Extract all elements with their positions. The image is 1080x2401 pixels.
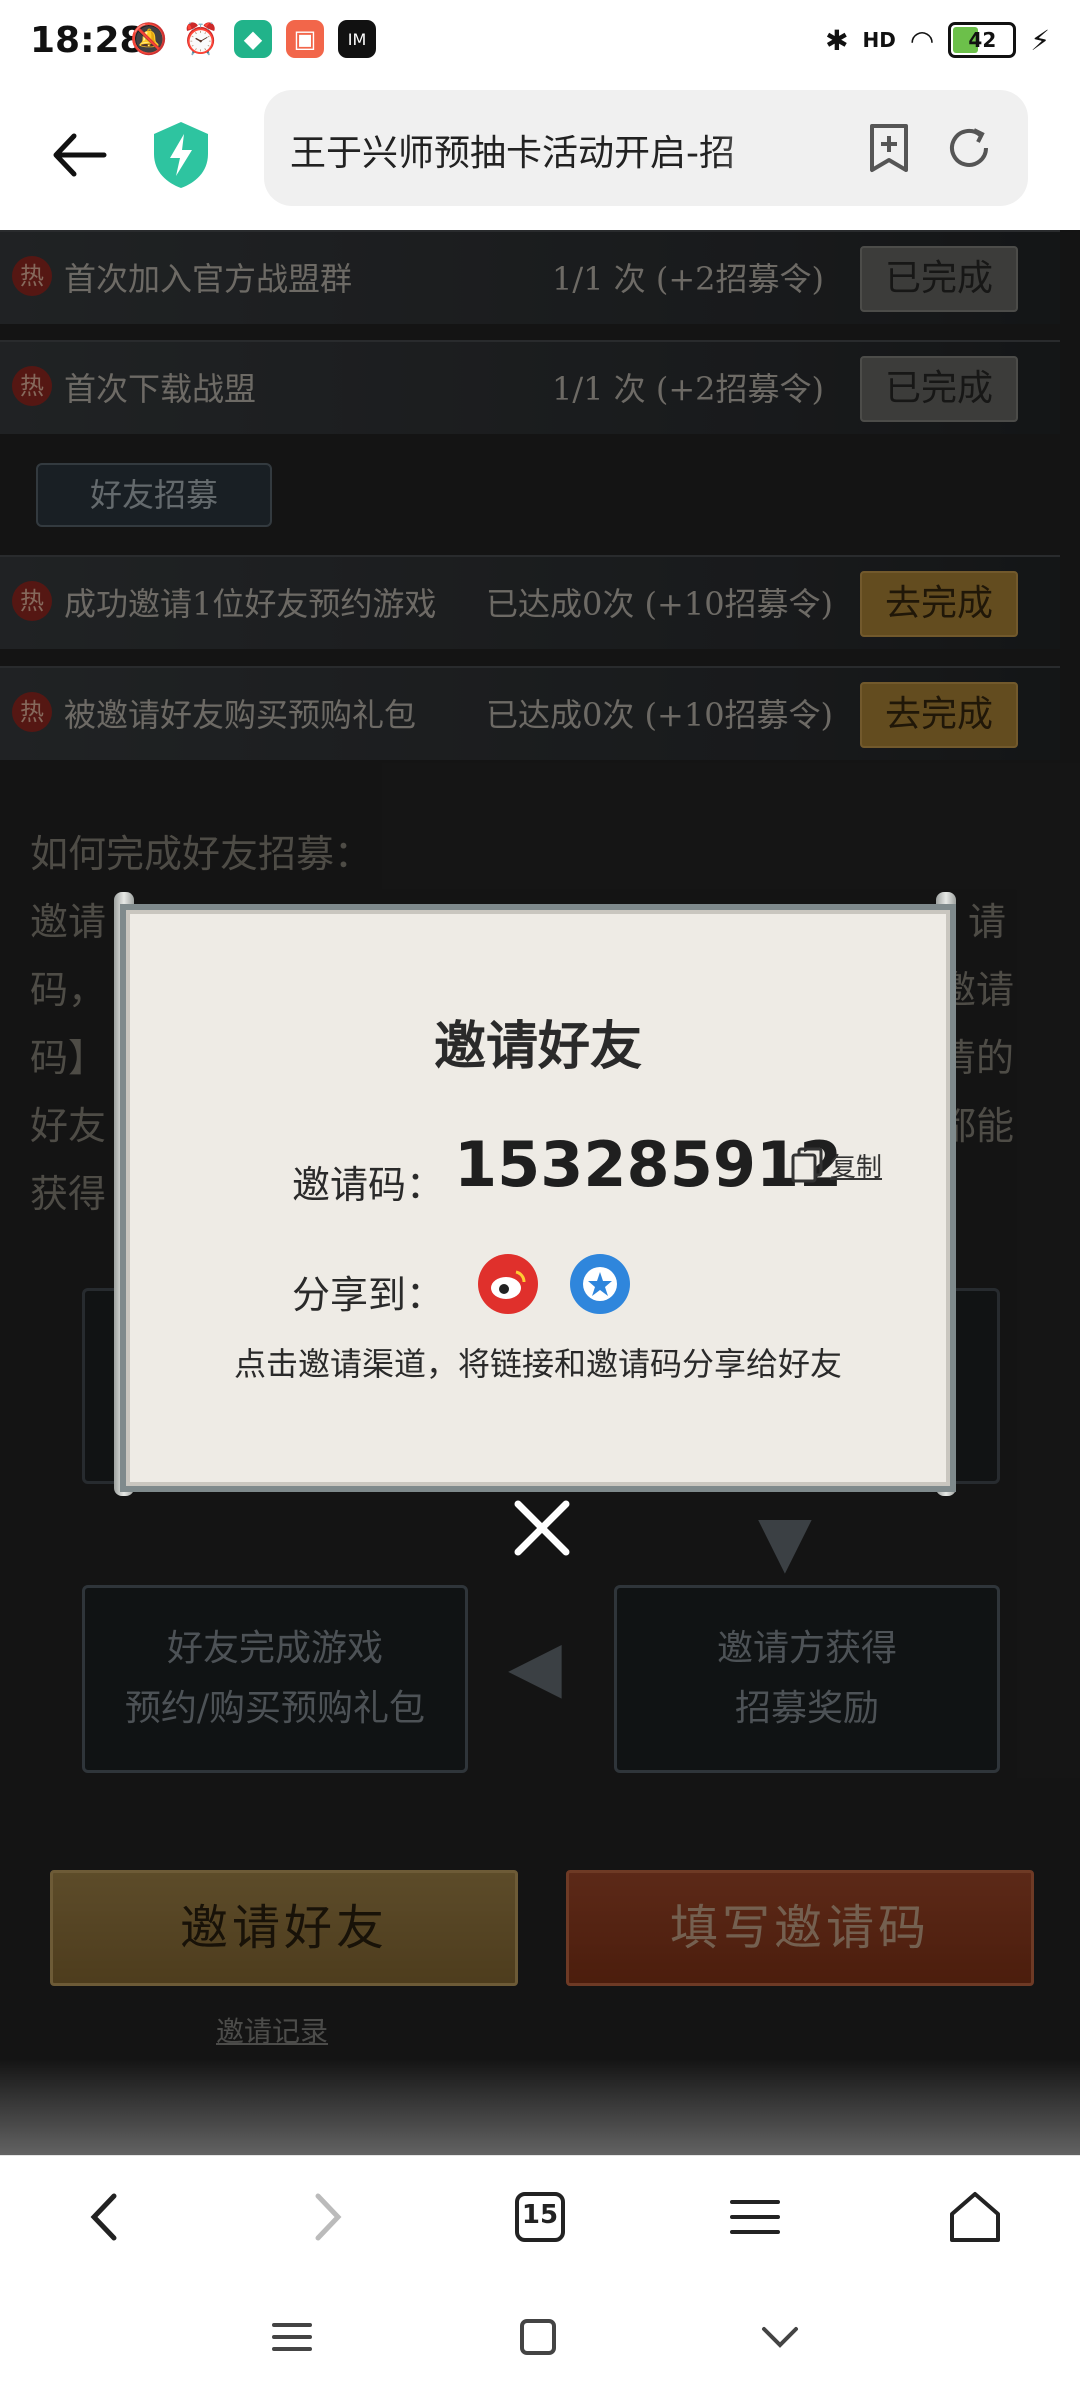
home-button[interactable] [940,2182,1010,2252]
recents-button[interactable] [262,2307,322,2367]
app-notification-icon: ◆ [234,20,272,58]
copy-label[interactable]: 复制 [830,1147,882,1184]
qzone-share-icon[interactable] [570,1254,630,1314]
app-notification-icon: ▣ [286,20,324,58]
alarm-icon: ⏰ [182,21,220,57]
tabs-button[interactable]: 15 [505,2182,575,2252]
modal-title: 邀请好友 [433,1016,642,1077]
url-fade [714,110,834,186]
close-icon [514,1500,570,1556]
clock: 18:28 [30,20,145,61]
notification-icons: 🔕 ⏰ ◆ ▣ IM [130,20,376,58]
menu-button[interactable] [720,2182,790,2252]
battery-level: 42 [968,28,997,52]
back-arrow-icon [53,133,107,177]
invite-code-label: 邀请码： [292,1163,445,1207]
invite-code-value: 153285912 [454,1128,843,1201]
chevron-left-icon [90,2193,117,2241]
system-navigation-bar [0,2277,1080,2401]
mute-icon: 🔕 [130,21,168,57]
browser-bottom-bar: 15 [0,2155,1080,2278]
nav-back-button[interactable] [70,2182,140,2252]
status-bar: 18:28 🔕 ⏰ ◆ ▣ IM ✱ HD ◠ 42 ⚡ [0,0,1080,90]
back-button[interactable] [44,120,114,190]
nav-forward-button[interactable] [292,2182,362,2252]
system-status: ✱ HD ◠ 42 ⚡ [825,22,1050,58]
battery-icon: 42 [948,22,1017,58]
chevron-down-icon [762,2327,798,2348]
refresh-icon[interactable] [944,122,994,174]
weibo-share-icon[interactable] [478,1254,538,1314]
tab-count: 15 [521,2200,559,2230]
copy-button[interactable]: 复制 [790,1146,882,1184]
home-icon [950,2192,1000,2242]
add-bookmark-icon[interactable] [864,122,914,174]
app-notification-icon: IM [338,20,376,58]
security-shield-icon[interactable] [150,120,212,190]
share-label: 分享到： [292,1273,445,1317]
square-icon [520,2319,556,2355]
chevron-right-icon [315,2193,342,2241]
address-bar[interactable]: 王于兴师预抽卡活动开启-招 [264,90,1028,206]
menu-icon [730,2200,780,2234]
system-home-button[interactable] [508,2307,568,2367]
signal-icon: HD [862,28,896,52]
close-modal-button[interactable] [504,1490,580,1566]
system-back-button[interactable] [750,2307,810,2367]
share-hint: 点击邀请渠道，将链接和邀请码分享给好友 [233,1345,842,1383]
bluetooth-icon: ✱ [825,23,849,57]
invite-modal: 邀请好友 邀请码： 153285912 复制 分享到： 点击邀请渠道，将链接和邀… [126,910,950,1486]
copy-icon [791,1147,823,1183]
recents-menu-icon [272,2323,312,2351]
wifi-icon: ◠ [909,23,935,57]
charging-icon: ⚡ [1030,23,1050,57]
